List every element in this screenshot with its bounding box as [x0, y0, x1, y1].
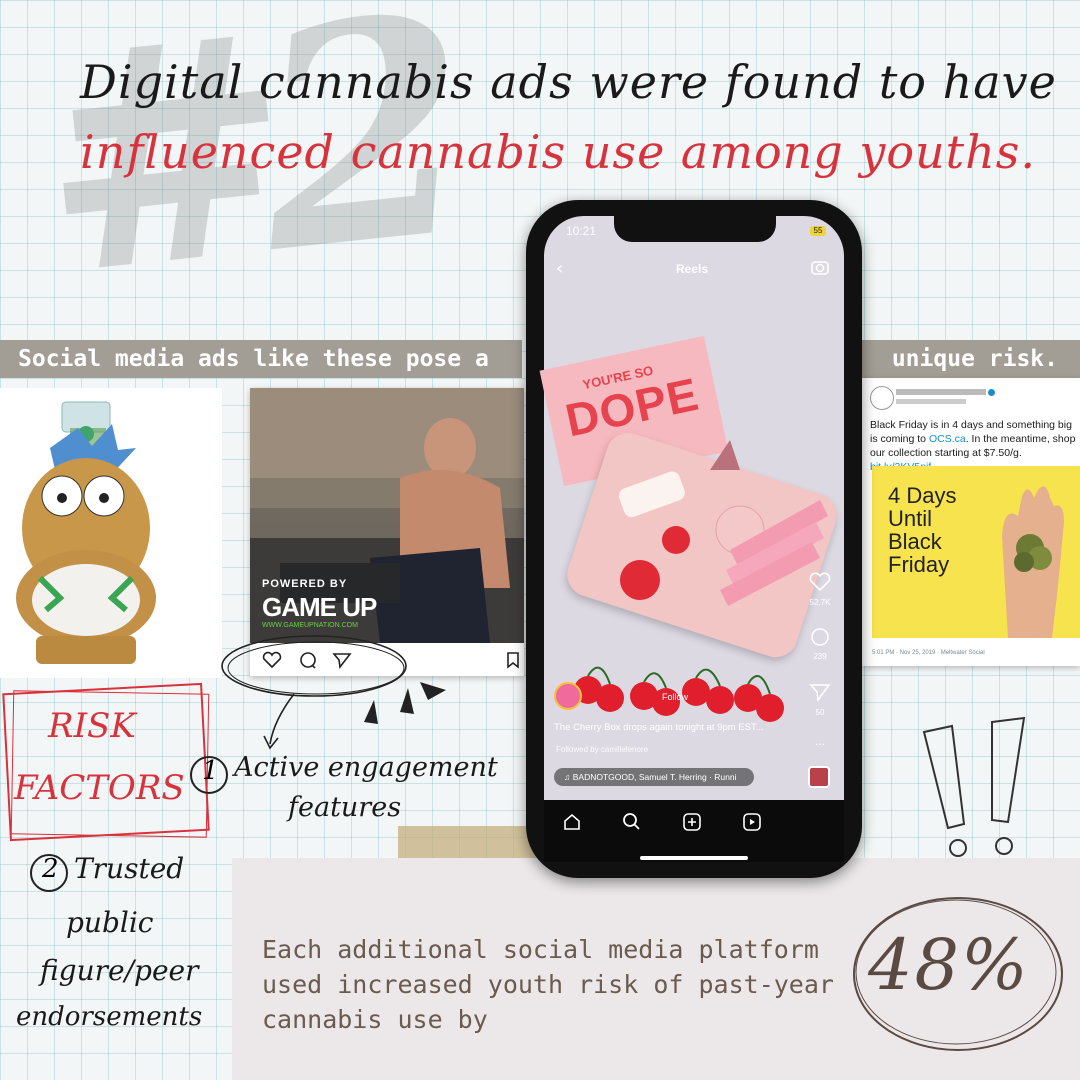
comment-count: 239 — [813, 652, 827, 661]
send-icon[interactable] — [809, 682, 831, 702]
risk-title-line-1: RISK — [48, 706, 136, 746]
risk-title-line-2: FACTORS — [14, 768, 185, 808]
search-icon[interactable] — [622, 812, 642, 832]
factor-2-line-1: Trusted — [74, 852, 185, 885]
tweet-footer: 5:01 PM · Nov 25, 2019 · Meltwater Socia… — [872, 650, 985, 656]
tray-items — [618, 440, 828, 606]
followed-by: Followed by camillelenore — [556, 745, 649, 754]
gameup-powered-by: POWERED BY — [262, 578, 348, 590]
music-chip[interactable]: ♫ BADNOTGOOD, Samuel T. Herring · Runni — [554, 768, 754, 786]
verified-icon — [988, 389, 995, 396]
reels-title: Reels — [676, 262, 709, 276]
reel-caption[interactable]: The Cherry Box drops again tonight at 9p… — [554, 722, 764, 733]
factor-1-line-1: Active engagement — [234, 752, 498, 783]
headline-line-1: Digital cannabis ads were found to have — [80, 55, 1057, 109]
factor-2-line-3: figure/peer — [40, 954, 199, 987]
factor-2-line-4: endorsements — [16, 1002, 203, 1032]
factor-2-number: 2 — [42, 854, 59, 884]
cherries-graphic — [574, 666, 784, 722]
factor-2-line-2: public — [66, 906, 154, 939]
headline-underline — [80, 178, 840, 192]
music-note-icon: ♫ — [564, 772, 573, 782]
factor-1-number: 1 — [202, 756, 219, 786]
creator-avatar[interactable] — [554, 682, 582, 710]
scribble-annotations — [221, 635, 446, 750]
bong-illustration — [16, 401, 156, 664]
factor-1-line-2: features — [288, 792, 402, 823]
more-options-icon[interactable]: ... — [805, 734, 835, 748]
tweet-ad-image: 4 Days Until Black Friday — [872, 466, 1080, 638]
status-time: 10:21 — [566, 224, 597, 238]
tweet-card[interactable]: Black Friday is in 4 days and something … — [862, 378, 1080, 666]
follow-button[interactable]: Follow — [662, 692, 688, 702]
stat-value: 48% — [868, 924, 1030, 1006]
like-count: 52.7K — [809, 598, 831, 607]
battery-icon: 55 — [810, 226, 826, 236]
stat-text: Each additional social media platform us… — [262, 935, 834, 1034]
tweet-link-ocs[interactable]: OCS.ca — [929, 433, 966, 445]
like-icon[interactable] — [809, 572, 831, 592]
create-icon[interactable] — [682, 812, 702, 832]
home-icon[interactable] — [562, 812, 582, 832]
tweet-author-redacted — [896, 389, 986, 395]
reels-icon[interactable] — [742, 812, 762, 832]
banner-right: unique risk. — [862, 340, 1080, 378]
gameup-photo: POWERED BY GAME UP WWW.GAMEUPNATION.COM — [250, 388, 524, 643]
headline-line-2: influenced cannabis use among youths. — [80, 125, 1037, 179]
share-count: 50 — [815, 708, 825, 717]
tweet-avatar — [870, 386, 894, 410]
comment-count-icon[interactable] — [809, 626, 831, 648]
camera-icon[interactable] — [810, 258, 830, 276]
audio-thumbnail[interactable] — [808, 766, 830, 788]
music-title: BADNOTGOOD, Samuel T. Herring · Runni — [572, 772, 737, 782]
tweet-ad-text: 4 Days Until Black Friday — [888, 483, 957, 577]
gameup-brand: GAME UP — [262, 592, 377, 622]
back-chevron-icon[interactable]: ‹ — [556, 258, 563, 279]
bong-image — [0, 388, 222, 678]
hand-with-cannabis — [1002, 486, 1064, 638]
banner-left: Social media ads like these pose a — [0, 340, 522, 378]
tweet-handle-redacted — [896, 399, 966, 404]
phone-notch — [614, 214, 776, 242]
exclamation-icon — [922, 716, 1026, 857]
home-indicator — [640, 856, 748, 860]
